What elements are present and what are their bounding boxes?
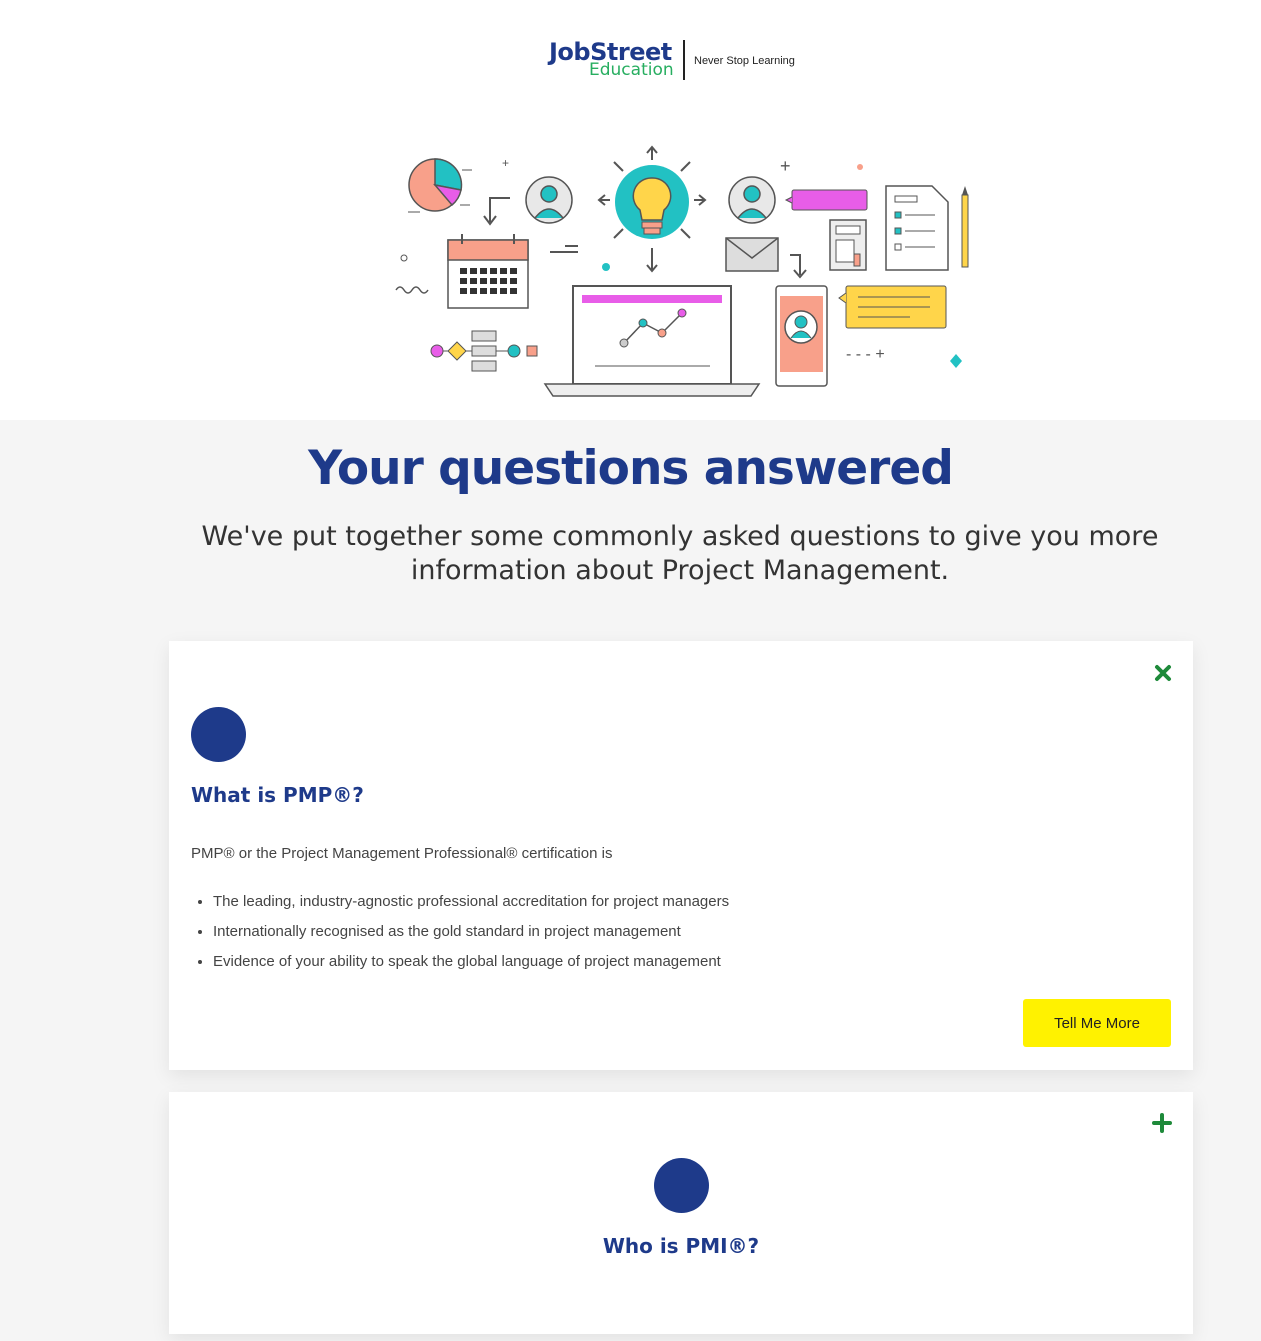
- plus-icon[interactable]: [1152, 1113, 1172, 1133]
- faq-item-pmi: Who is PMI®?: [169, 1092, 1193, 1334]
- project-management-illustration: + + - - - +: [395, 145, 969, 397]
- logo-divider: [683, 40, 685, 80]
- faq-subtitle: We've put together some commonly asked q…: [201, 521, 1159, 586]
- pencil-icon: [961, 186, 969, 268]
- logo-sub: Education: [589, 60, 674, 80]
- lightbulb-icon: [597, 145, 707, 273]
- flowchart-icon: [430, 330, 538, 372]
- svg-text:- - - +: - - - +: [846, 346, 885, 363]
- faq-item-pmp: What is PMP®? PMP® or the Project Manage…: [169, 641, 1193, 1070]
- checklist-document-icon: [885, 185, 949, 271]
- envelope-icon: [725, 237, 779, 272]
- faq-title: Your questions answered: [308, 441, 954, 496]
- pie-chart-icon: [408, 158, 472, 213]
- calendar-icon: [447, 234, 529, 309]
- faq-item-icon: [191, 707, 246, 762]
- list-item: The leading, industry-agnostic professio…: [213, 887, 729, 917]
- svg-text:+: +: [780, 156, 791, 176]
- svg-text:+: +: [502, 156, 509, 170]
- list-item: Internationally recognised as the gold s…: [213, 917, 729, 947]
- laptop-chart-icon: [543, 285, 761, 397]
- faq-item-icon: [654, 1158, 709, 1213]
- user-avatar-icon: [525, 176, 573, 224]
- phone-profile-icon: [775, 285, 828, 387]
- header-section: JobStreet Education Never Stop Learning …: [0, 0, 1261, 420]
- logo-tagline: Never Stop Learning: [694, 55, 795, 67]
- faq-question[interactable]: What is PMP®?: [191, 783, 364, 807]
- calculator-icon: [829, 219, 867, 271]
- jobstreet-education-logo[interactable]: JobStreet Education Never Stop Learning: [549, 38, 809, 86]
- faq-answer-intro: PMP® or the Project Management Professio…: [191, 845, 613, 862]
- faq-question[interactable]: Who is PMI®?: [169, 1234, 1193, 1258]
- user-avatar-icon-2: [728, 176, 776, 224]
- faq-answer-list: The leading, industry-agnostic professio…: [191, 887, 729, 977]
- tell-me-more-button[interactable]: Tell Me More: [1023, 999, 1171, 1047]
- close-icon[interactable]: [1153, 663, 1173, 683]
- list-item: Evidence of your ability to speak the gl…: [213, 947, 729, 977]
